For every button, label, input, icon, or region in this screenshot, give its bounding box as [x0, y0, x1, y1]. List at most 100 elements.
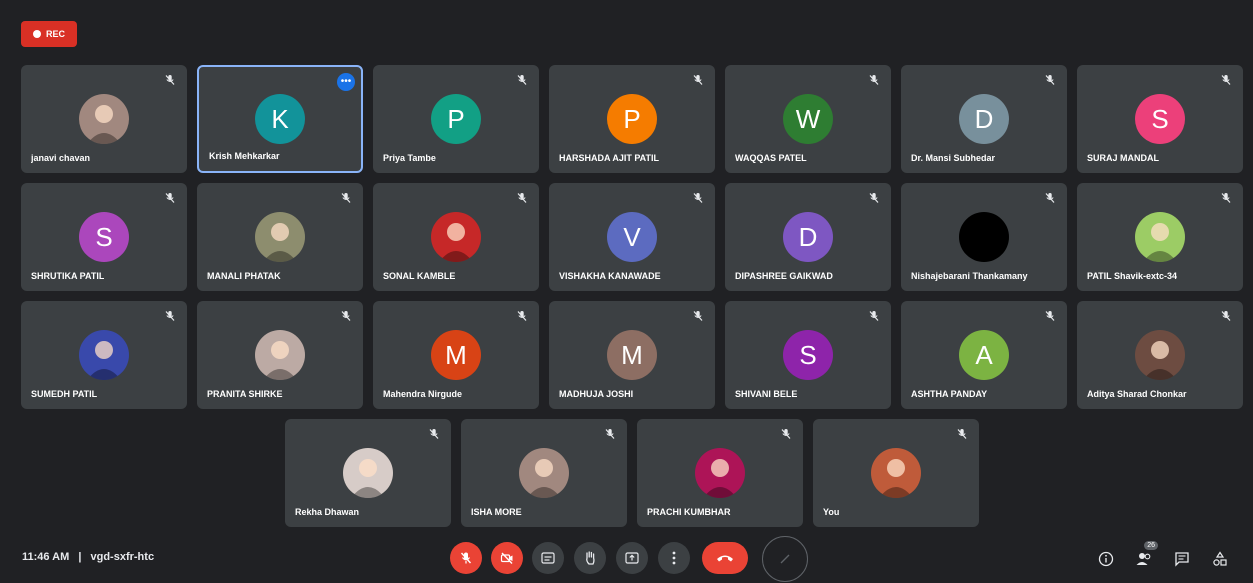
- mic-muted-icon: [339, 309, 353, 323]
- mic-muted-icon: [163, 191, 177, 205]
- participant-tile[interactable]: M Mahendra Nirgude: [373, 301, 539, 409]
- activities-icon: [1213, 551, 1227, 566]
- participant-tile[interactable]: D DIPASHREE GAIKWAD: [725, 183, 891, 291]
- mic-muted-icon: [867, 191, 881, 205]
- participant-tile[interactable]: PRACHI KUMBHAR: [637, 419, 803, 527]
- participant-tile[interactable]: Nishajebarani Thankamany: [901, 183, 1067, 291]
- clock-time: 11:46 AM: [22, 551, 70, 563]
- mic-muted-icon: [603, 427, 617, 441]
- closed-captions-icon: [541, 552, 555, 564]
- participant-tile[interactable]: V VISHAKHA KANAWADE: [549, 183, 715, 291]
- activities-button[interactable]: [762, 536, 808, 582]
- participant-name: You: [823, 507, 840, 517]
- participant-tile[interactable]: You: [813, 419, 979, 527]
- participant-name: WAQQAS PATEL: [735, 153, 807, 163]
- participant-name: MADHUJA JOSHI: [559, 389, 634, 399]
- participant-tile[interactable]: D Dr. Mansi Subhedar: [901, 65, 1067, 173]
- avatar-photo: [695, 448, 745, 498]
- avatar-initial: P: [607, 94, 657, 144]
- bottom-bar: 11:46 AM | vgd-sxfr-htc 26: [0, 535, 1253, 583]
- participant-tile[interactable]: Rekha Dhawan: [285, 419, 451, 527]
- meeting-details-button[interactable]: [1094, 547, 1118, 571]
- participant-tile[interactable]: S SHIVANI BELE: [725, 301, 891, 409]
- mic-toggle-button[interactable]: [450, 542, 482, 574]
- more-vertical-icon: [672, 551, 676, 565]
- participant-name: SHRUTIKA PATIL: [31, 271, 105, 281]
- avatar-initial: D: [959, 94, 1009, 144]
- participant-tile[interactable]: MANALI PHATAK: [197, 183, 363, 291]
- info-icon: [1098, 551, 1114, 567]
- participant-tile[interactable]: SONAL KAMBLE: [373, 183, 539, 291]
- avatar-photo: [79, 330, 129, 380]
- participant-name: Dr. Mansi Subhedar: [911, 153, 996, 163]
- avatar-initial: S: [79, 212, 129, 262]
- mic-muted-icon: [691, 191, 705, 205]
- participant-tile[interactable]: PRANITA SHIRKE: [197, 301, 363, 409]
- mic-off-icon: [460, 552, 472, 564]
- people-count-badge: 26: [1144, 541, 1158, 550]
- more-options-button[interactable]: [658, 542, 690, 574]
- tile-options-icon[interactable]: •••: [337, 73, 355, 91]
- avatar-photo: [255, 212, 305, 262]
- participant-tile[interactable]: janavi chavan: [21, 65, 187, 173]
- participant-name: PRANITA SHIRKE: [207, 389, 283, 399]
- participant-name: Rekha Dhawan: [295, 507, 360, 517]
- participant-name: SUMEDH PATIL: [31, 389, 98, 399]
- avatar-photo: [1135, 212, 1185, 262]
- participant-tile[interactable]: S SURAJ MANDAL: [1077, 65, 1243, 173]
- mic-muted-icon: [1043, 309, 1057, 323]
- participant-tile[interactable]: P Priya Tambe: [373, 65, 539, 173]
- participant-name: ASHTHA PANDAY: [911, 389, 988, 399]
- avatar-photo: [959, 212, 1009, 262]
- raise-hand-button[interactable]: [574, 542, 606, 574]
- meeting-code: vgd-sxfr-htc: [90, 551, 155, 563]
- people-button[interactable]: 26: [1132, 541, 1158, 571]
- participant-tile[interactable]: ••• K Krish Mehkarkar: [197, 65, 363, 173]
- camera-toggle-button[interactable]: [491, 542, 523, 574]
- present-screen-icon: [625, 552, 639, 564]
- participant-tile[interactable]: M MADHUJA JOSHI: [549, 301, 715, 409]
- avatar-photo: [431, 212, 481, 262]
- participant-name: SHIVANI BELE: [735, 389, 798, 399]
- captions-button[interactable]: [532, 542, 564, 574]
- mic-muted-icon: [867, 309, 881, 323]
- avatar-photo: [79, 94, 129, 144]
- participant-name: Nishajebarani Thankamany: [911, 271, 1028, 281]
- hang-up-icon: [717, 555, 733, 562]
- participant-tile[interactable]: P HARSHADA AJIT PATIL: [549, 65, 715, 173]
- participant-name: ISHA MORE: [471, 507, 522, 517]
- camera-off-icon: [500, 552, 513, 564]
- participant-name: HARSHADA AJIT PATIL: [559, 153, 659, 163]
- present-screen-button[interactable]: [616, 542, 648, 574]
- mic-muted-icon: [1219, 191, 1233, 205]
- participant-tile[interactable]: A ASHTHA PANDAY: [901, 301, 1067, 409]
- participant-name: MANALI PHATAK: [207, 271, 281, 281]
- avatar-initial: W: [783, 94, 833, 144]
- mic-muted-icon: [1043, 73, 1057, 87]
- participant-tile[interactable]: PATIL Shavik-extc-34: [1077, 183, 1243, 291]
- avatar-photo: [343, 448, 393, 498]
- participant-tile[interactable]: W WAQQAS PATEL: [725, 65, 891, 173]
- participant-tile[interactable]: Aditya Sharad Chonkar: [1077, 301, 1243, 409]
- avatar-initial: V: [607, 212, 657, 262]
- avatar-photo: [519, 448, 569, 498]
- participant-name: janavi chavan: [31, 153, 91, 163]
- participant-name: SONAL KAMBLE: [383, 271, 456, 281]
- participant-tile[interactable]: ISHA MORE: [461, 419, 627, 527]
- mic-muted-icon: [515, 191, 529, 205]
- mic-muted-icon: [339, 191, 353, 205]
- avatar-initial: K: [255, 94, 305, 144]
- chat-button[interactable]: [1170, 547, 1194, 571]
- participant-name: Aditya Sharad Chonkar: [1087, 389, 1187, 399]
- activities-panel-button[interactable]: [1208, 547, 1232, 571]
- participant-tile[interactable]: SUMEDH PATIL: [21, 301, 187, 409]
- avatar-photo: [1135, 330, 1185, 380]
- participant-name: PRACHI KUMBHAR: [647, 507, 731, 517]
- participant-name: SURAJ MANDAL: [1087, 153, 1159, 163]
- participant-tile[interactable]: S SHRUTIKA PATIL: [21, 183, 187, 291]
- participant-name: VISHAKHA KANAWADE: [559, 271, 661, 281]
- avatar-initial: S: [783, 330, 833, 380]
- mic-muted-icon: [691, 73, 705, 87]
- leave-call-button[interactable]: [702, 542, 748, 574]
- info-separator: |: [78, 551, 82, 563]
